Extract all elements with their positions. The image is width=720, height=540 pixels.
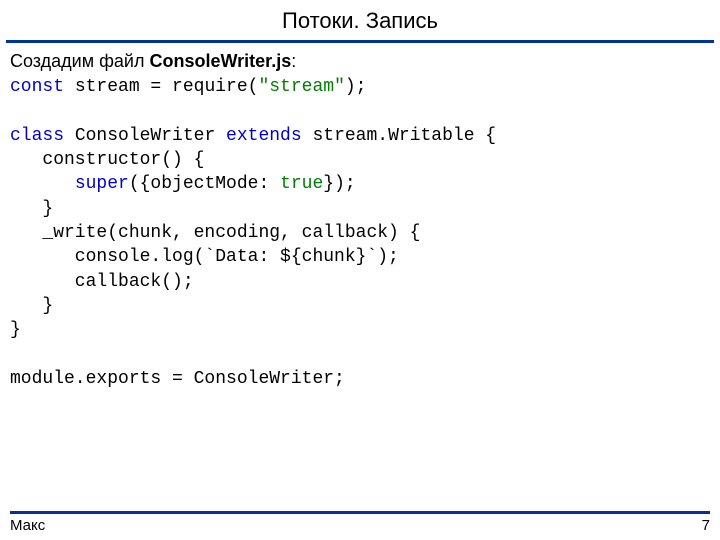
code-text: } — [10, 199, 53, 219]
intro-suffix: : — [291, 51, 296, 71]
code-text: stream = require( — [64, 77, 258, 97]
code-string: "stream" — [258, 77, 344, 97]
slide-title: Потоки. Запись — [0, 0, 720, 40]
intro-filename: ConsoleWriter.js — [150, 51, 292, 71]
code-text: }); — [323, 174, 355, 194]
code-text: callback(); — [10, 272, 194, 292]
code-text: constructor() { — [10, 150, 204, 170]
code-text: } — [10, 296, 53, 316]
intro-prefix: Создадим файл — [10, 51, 150, 71]
code-keyword: class — [10, 126, 64, 146]
code-text: ); — [345, 77, 367, 97]
code-literal: true — [280, 174, 323, 194]
slide-content: Создадим файл ConsoleWriter.js: const st… — [0, 43, 720, 540]
code-text: ConsoleWriter — [64, 126, 226, 146]
footer-row: Макс 7 — [10, 517, 710, 534]
footer-divider — [10, 511, 710, 514]
slide-footer: Макс 7 — [0, 511, 720, 540]
code-text: ({objectMode: — [129, 174, 280, 194]
footer-page-number: 7 — [702, 517, 710, 534]
code-keyword: super — [75, 174, 129, 194]
code-text: console.log(`Data: ${chunk}`); — [10, 247, 399, 267]
code-text: stream.Writable { — [302, 126, 496, 146]
code-text: } — [10, 320, 21, 340]
code-keyword: const — [10, 77, 64, 97]
code-keyword: extends — [226, 126, 302, 146]
code-text: _write(chunk, encoding, callback) { — [10, 223, 420, 243]
slide: Потоки. Запись Создадим файл ConsoleWrit… — [0, 0, 720, 540]
code-block: const stream = require("stream"); class … — [10, 75, 710, 391]
code-text: module.exports = ConsoleWriter; — [10, 369, 345, 389]
footer-author: Макс — [10, 517, 45, 534]
code-text — [10, 174, 75, 194]
intro-line: Создадим файл ConsoleWriter.js: — [10, 49, 710, 73]
